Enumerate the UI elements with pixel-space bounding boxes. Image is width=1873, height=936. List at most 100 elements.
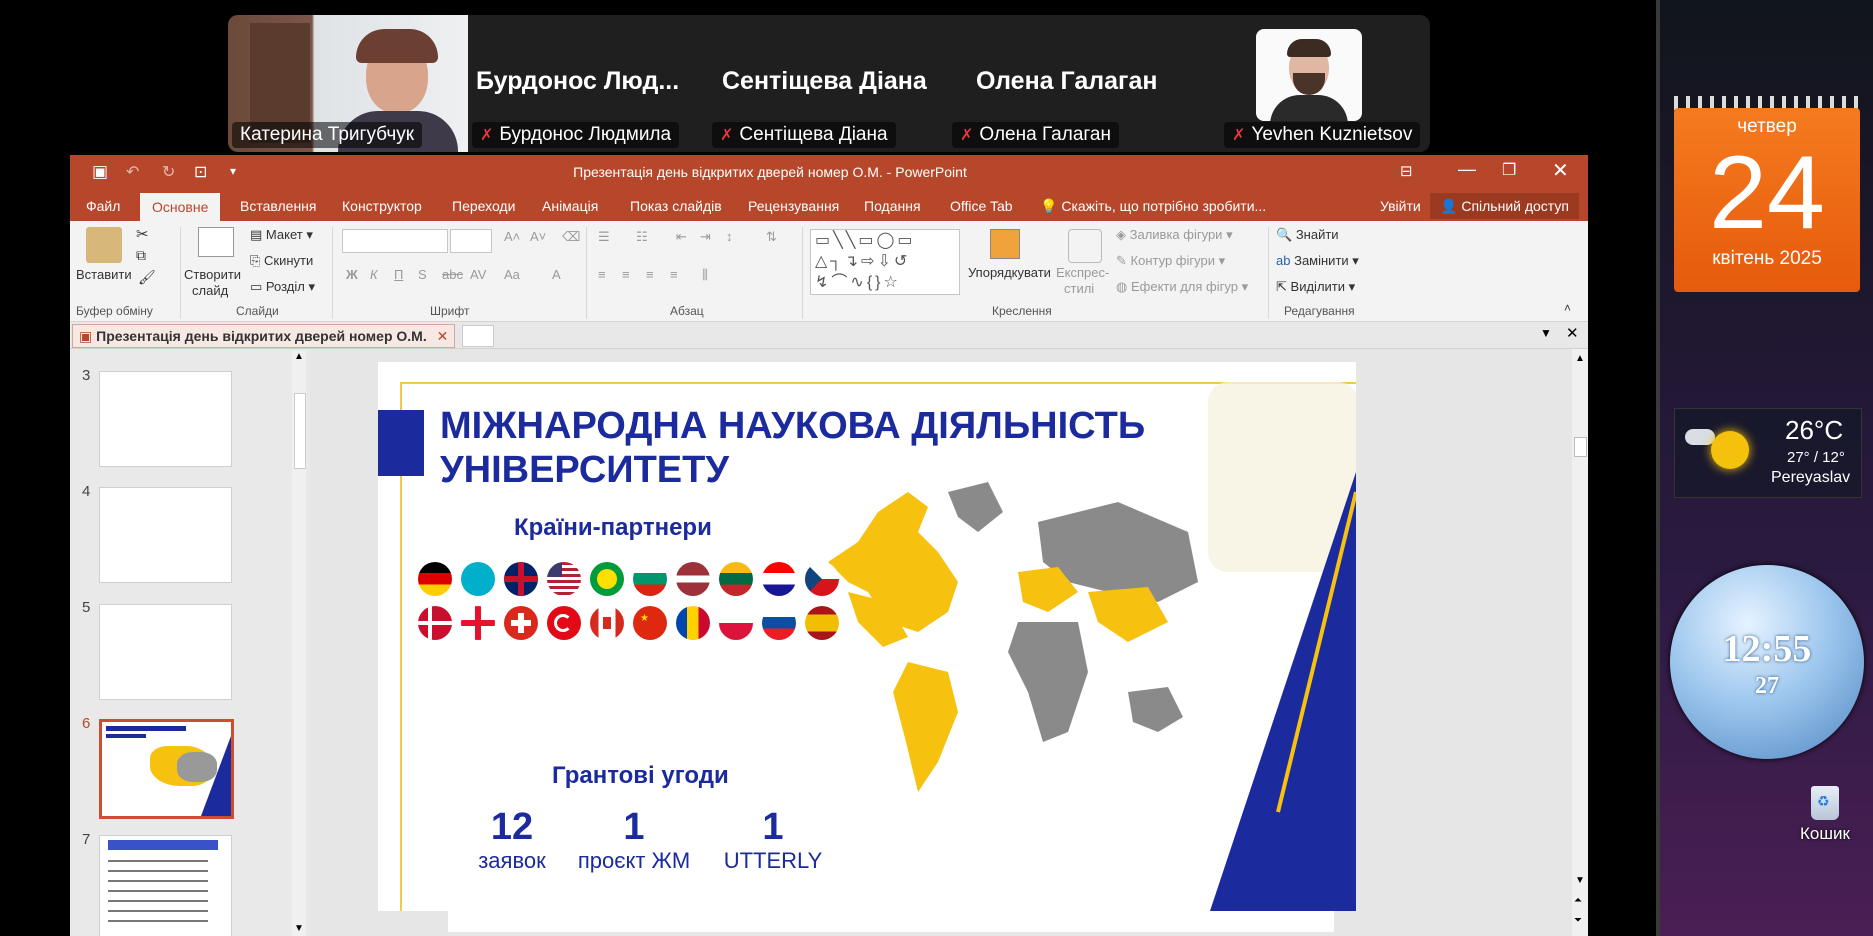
new-tab-button[interactable] [462, 325, 494, 347]
participant-tile-1[interactable]: Катерина Тригубчук [228, 15, 468, 152]
slide-thumbnail-selected[interactable] [99, 719, 234, 819]
grow-font-icon[interactable]: A˄ [504, 229, 520, 244]
strikethrough-icon[interactable]: abc [442, 267, 463, 282]
slide-thumbnail[interactable] [99, 835, 232, 936]
layout-button[interactable]: ▤ Макет ▾ [250, 227, 313, 243]
tab-home[interactable]: Основне [140, 193, 221, 221]
slide-thumbnail[interactable] [99, 371, 232, 467]
participant-tile-3[interactable]: Сентіщева Діана ✗ Сентіщева Діана [708, 15, 948, 152]
shadow-icon[interactable]: S [418, 267, 427, 282]
font-name-input[interactable] [342, 229, 448, 253]
underline-icon[interactable]: П [394, 267, 403, 282]
clock-gadget[interactable]: 12:55 27 [1670, 565, 1864, 759]
calendar-gadget[interactable]: четвер 24 квітень 2025 [1674, 96, 1860, 292]
tab-slideshow[interactable]: Показ слайдів [630, 195, 722, 221]
tab-review[interactable]: Рецензування [748, 195, 839, 221]
share-button[interactable]: 👤 Спільний доступ [1430, 193, 1579, 219]
thumbnails-scrollbar[interactable]: ▲ ▼ [292, 351, 306, 936]
clear-format-icon[interactable]: ⌫ [562, 229, 580, 245]
align-right-icon[interactable]: ≡ [646, 267, 654, 282]
tab-animations[interactable]: Анімація [542, 195, 598, 221]
paste-icon[interactable] [86, 227, 122, 263]
quick-styles-icon[interactable] [1068, 229, 1102, 263]
tab-insert[interactable]: Вставлення [240, 195, 317, 221]
tell-me-box[interactable]: 💡 Скажіть, що потрібно зробити... [1040, 195, 1266, 221]
font-color-icon[interactable]: A [552, 267, 561, 282]
next-slide-icon[interactable]: ⏷ [1574, 915, 1582, 926]
numbering-icon[interactable]: ☷ [636, 229, 648, 245]
editor-scrollbar[interactable]: ▲ ▼ ⏶ ⏷ [1572, 349, 1588, 936]
paste-button[interactable]: Вставити [76, 267, 132, 282]
find-button[interactable]: 🔍 Знайти [1276, 227, 1339, 243]
decrease-indent-icon[interactable]: ⇤ [676, 229, 687, 245]
line-spacing-icon[interactable]: ↕ [726, 229, 733, 244]
tab-design[interactable]: Конструктор [342, 195, 422, 221]
quick-styles-button-line2[interactable]: стилі [1064, 281, 1094, 296]
previous-slide-icon[interactable]: ⏶ [1574, 895, 1582, 906]
shape-outline-button[interactable]: ✎ Контур фігури ▾ [1116, 253, 1225, 269]
arrange-button[interactable]: Упорядкувати [968, 265, 1051, 280]
participant-tile-2[interactable]: Бурдонос Люд... ✗ Бурдонос Людмила [468, 15, 708, 152]
shapes-gallery[interactable]: ▭╲╲▭◯▭ △┐↴⇨⇩↺ ↯⌒∿{}☆ [810, 229, 960, 295]
text-direction-icon[interactable]: ⇅ [766, 229, 777, 245]
scrollbar-thumb[interactable] [1574, 437, 1587, 457]
align-center-icon[interactable]: ≡ [622, 267, 630, 282]
bold-icon[interactable]: Ж [346, 267, 358, 282]
sign-in-button[interactable]: Увійти [1380, 195, 1421, 221]
tab-transitions[interactable]: Переходи [452, 195, 515, 221]
document-tab[interactable]: ▣ Презентація день відкритих дверей номе… [72, 324, 456, 348]
new-slide-icon[interactable] [198, 227, 234, 257]
participant-tile-4[interactable]: Олена Галаган ✗ Олена Галаган [948, 15, 1188, 152]
arrange-icon[interactable] [990, 229, 1020, 259]
scroll-down-icon[interactable]: ▼ [294, 923, 304, 934]
shrink-font-icon[interactable]: A˅ [530, 229, 546, 244]
change-case-icon[interactable]: Aa [504, 267, 520, 282]
copy-icon[interactable]: ⧉ [136, 247, 146, 264]
reset-button[interactable]: ⎘ Скинути [250, 253, 313, 269]
char-spacing-icon[interactable]: AV [470, 267, 486, 282]
scroll-up-icon[interactable]: ▲ [294, 351, 304, 362]
recycle-bin-icon: ♻ [1811, 786, 1839, 820]
participant-name-label: Катерина Тригубчук [232, 122, 423, 148]
columns-icon[interactable]: ⫼ [702, 267, 708, 283]
close-tab-icon[interactable]: ✕ [437, 328, 449, 344]
tab-office-tab[interactable]: Office Tab [950, 195, 1013, 221]
font-size-input[interactable] [450, 229, 492, 253]
cut-icon[interactable]: ✂ [136, 225, 149, 243]
new-slide-button[interactable]: Створити [184, 267, 241, 282]
increase-indent-icon[interactable]: ⇥ [700, 229, 711, 245]
slide-thumbnail[interactable] [99, 487, 232, 583]
shape-fill-button[interactable]: ◈ Заливка фігури ▾ [1116, 227, 1233, 243]
scroll-up-icon[interactable]: ▲ [1575, 353, 1585, 364]
justify-icon[interactable]: ≡ [670, 267, 678, 282]
align-left-icon[interactable]: ≡ [598, 267, 606, 282]
tab-list-dropdown-icon[interactable]: ▼ [1540, 326, 1552, 340]
scrollbar-thumb[interactable] [294, 393, 306, 469]
minimize-icon[interactable]: — [1458, 159, 1476, 180]
format-painter-icon[interactable]: 🖌 [138, 269, 156, 286]
scroll-down-icon[interactable]: ▼ [1575, 875, 1585, 886]
bullets-icon[interactable]: ☰ [598, 229, 610, 245]
italic-icon[interactable]: К [370, 267, 378, 282]
select-button[interactable]: ⇱ Виділити ▾ [1276, 279, 1355, 295]
weather-gadget[interactable]: 26°C 27° / 12° Pereyaslav [1674, 408, 1862, 498]
new-slide-button-line2[interactable]: слайд [192, 283, 228, 298]
section-button[interactable]: ▭ Розділ ▾ [250, 279, 315, 295]
restore-icon[interactable]: ❐ [1502, 160, 1516, 180]
stat-project: 1 проєкт ЖМ [577, 806, 691, 873]
recycle-bin[interactable]: ♻ Кошик [1790, 786, 1860, 856]
shape-effects-button[interactable]: ◍ Ефекти для фігур ▾ [1116, 279, 1248, 295]
slide-6[interactable]: МІЖНАРОДНА НАУКОВА ДІЯЛЬНІСТЬ УНІВЕРСИТЕ… [378, 362, 1356, 911]
quick-styles-button[interactable]: Експрес- [1056, 265, 1109, 280]
replace-button[interactable]: ab Замінити ▾ [1276, 253, 1359, 269]
close-icon[interactable]: ✕ [1552, 158, 1569, 183]
tab-file[interactable]: Файл [86, 195, 120, 221]
world-map [828, 482, 1198, 792]
tab-view[interactable]: Подання [864, 195, 921, 221]
close-all-tabs-icon[interactable]: ✕ [1566, 324, 1579, 342]
participant-tile-5[interactable]: ✗ Yevhen Kuznietsov [1188, 15, 1430, 152]
collapse-ribbon-icon[interactable]: ˄ [1564, 301, 1571, 315]
window-title: Презентація день відкритих дверей номер … [573, 164, 967, 180]
ribbon-display-options-icon[interactable]: ⊟ [1400, 162, 1413, 180]
slide-thumbnail[interactable] [99, 604, 232, 700]
